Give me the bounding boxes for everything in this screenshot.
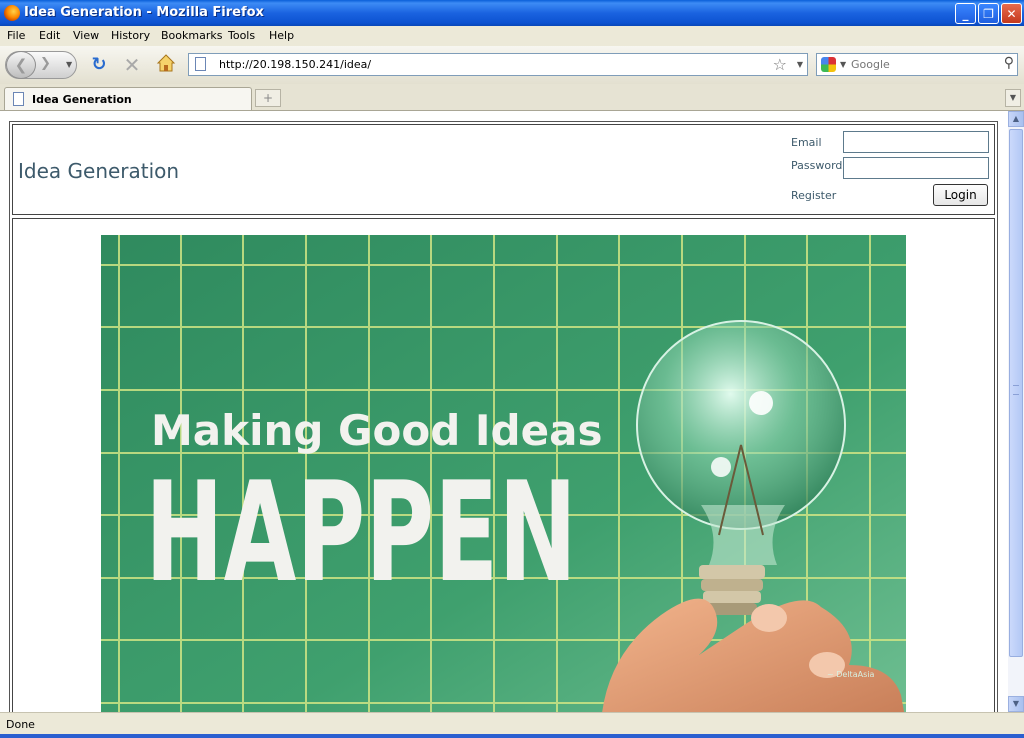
email-field[interactable] [843,131,989,153]
hero-image: Making Good Ideas HAPPEN ~ DeltaAsia [101,235,906,712]
hero-tagline-line1: Making Good Ideas [151,406,602,455]
taskbar-edge [0,734,1024,738]
site-header: Idea Generation Email Password Register … [12,124,995,215]
history-dropdown-icon[interactable]: ▼ [66,60,72,69]
page-content: Idea Generation Email Password Register … [0,111,1008,712]
new-tab-button[interactable]: + [255,89,281,107]
back-forward-group: ❮ ❯ ▼ [5,51,77,79]
menu-bookmarks[interactable]: Bookmarks [161,29,222,42]
scrollbar-thumb[interactable] [1009,129,1023,657]
bookmark-star-icon[interactable]: ☆ [773,55,787,74]
tab-label: Idea Generation [32,93,132,106]
tab-idea-generation[interactable]: Idea Generation [4,87,252,110]
close-button[interactable]: ✕ [1001,3,1022,24]
title-bar: Idea Generation - Mozilla Firefox _ ❐ ✕ [0,0,1024,26]
menu-tools[interactable]: Tools [228,29,255,42]
password-field[interactable] [843,157,989,179]
stop-icon[interactable]: ✕ [121,55,143,75]
hero-illustration: Making Good Ideas HAPPEN ~ DeltaAsia [101,235,906,712]
menu-file[interactable]: File [7,29,25,42]
url-text[interactable]: http://20.198.150.241/idea/ [219,58,371,71]
reload-icon[interactable]: ↻ [88,55,110,75]
google-engine-icon[interactable] [821,57,836,72]
url-dropdown-icon[interactable]: ▼ [797,60,803,69]
menu-bar: File Edit View History Bookmarks Tools H… [0,26,1024,46]
menu-view[interactable]: View [73,29,99,42]
minimize-button[interactable]: _ [955,3,976,24]
menu-history[interactable]: History [111,29,150,42]
page-icon [195,57,206,71]
engine-dropdown-icon[interactable]: ▼ [840,60,846,69]
site-title: Idea Generation [18,159,180,183]
status-bar: Done [0,712,1024,735]
menu-help[interactable]: Help [269,29,294,42]
window-title: Idea Generation - Mozilla Firefox [24,5,264,20]
firefox-logo-icon [4,5,20,21]
register-link[interactable]: Register [791,189,836,202]
menu-edit[interactable]: Edit [39,29,60,42]
forward-arrow-icon[interactable]: ❯ [40,56,51,71]
status-text: Done [6,718,35,731]
scrollbar-grip-icon [1013,385,1019,395]
maximize-button[interactable]: ❐ [978,3,999,24]
tab-strip: Idea Generation + ▼ [0,84,1024,111]
vertical-scrollbar[interactable]: ▲ ▼ [1008,111,1024,712]
tab-list-dropdown-icon[interactable]: ▼ [1005,89,1021,107]
email-label: Email [791,136,822,149]
scroll-up-arrow-icon[interactable]: ▲ [1008,111,1024,127]
hero-brand-mark: ~ DeltaAsia [827,670,874,679]
hero-tagline-line2: HAPPEN [145,452,577,613]
scroll-down-arrow-icon[interactable]: ▼ [1008,696,1024,712]
search-magnifier-icon[interactable]: ⚲ [1004,55,1014,71]
back-arrow-icon[interactable]: ❮ [6,51,36,79]
login-button[interactable]: Login [933,184,988,206]
search-input[interactable] [851,56,991,73]
navigation-toolbar: ❮ ❯ ▼ ↻ ✕ http://20.198.150.241/idea/ ☆ … [0,46,1024,85]
home-icon[interactable] [155,53,177,78]
search-bar[interactable]: ▼ ⚲ [816,53,1018,76]
url-bar[interactable]: http://20.198.150.241/idea/ ☆ ▼ [188,53,808,76]
password-label: Password [791,159,843,172]
tab-page-icon [13,92,24,106]
